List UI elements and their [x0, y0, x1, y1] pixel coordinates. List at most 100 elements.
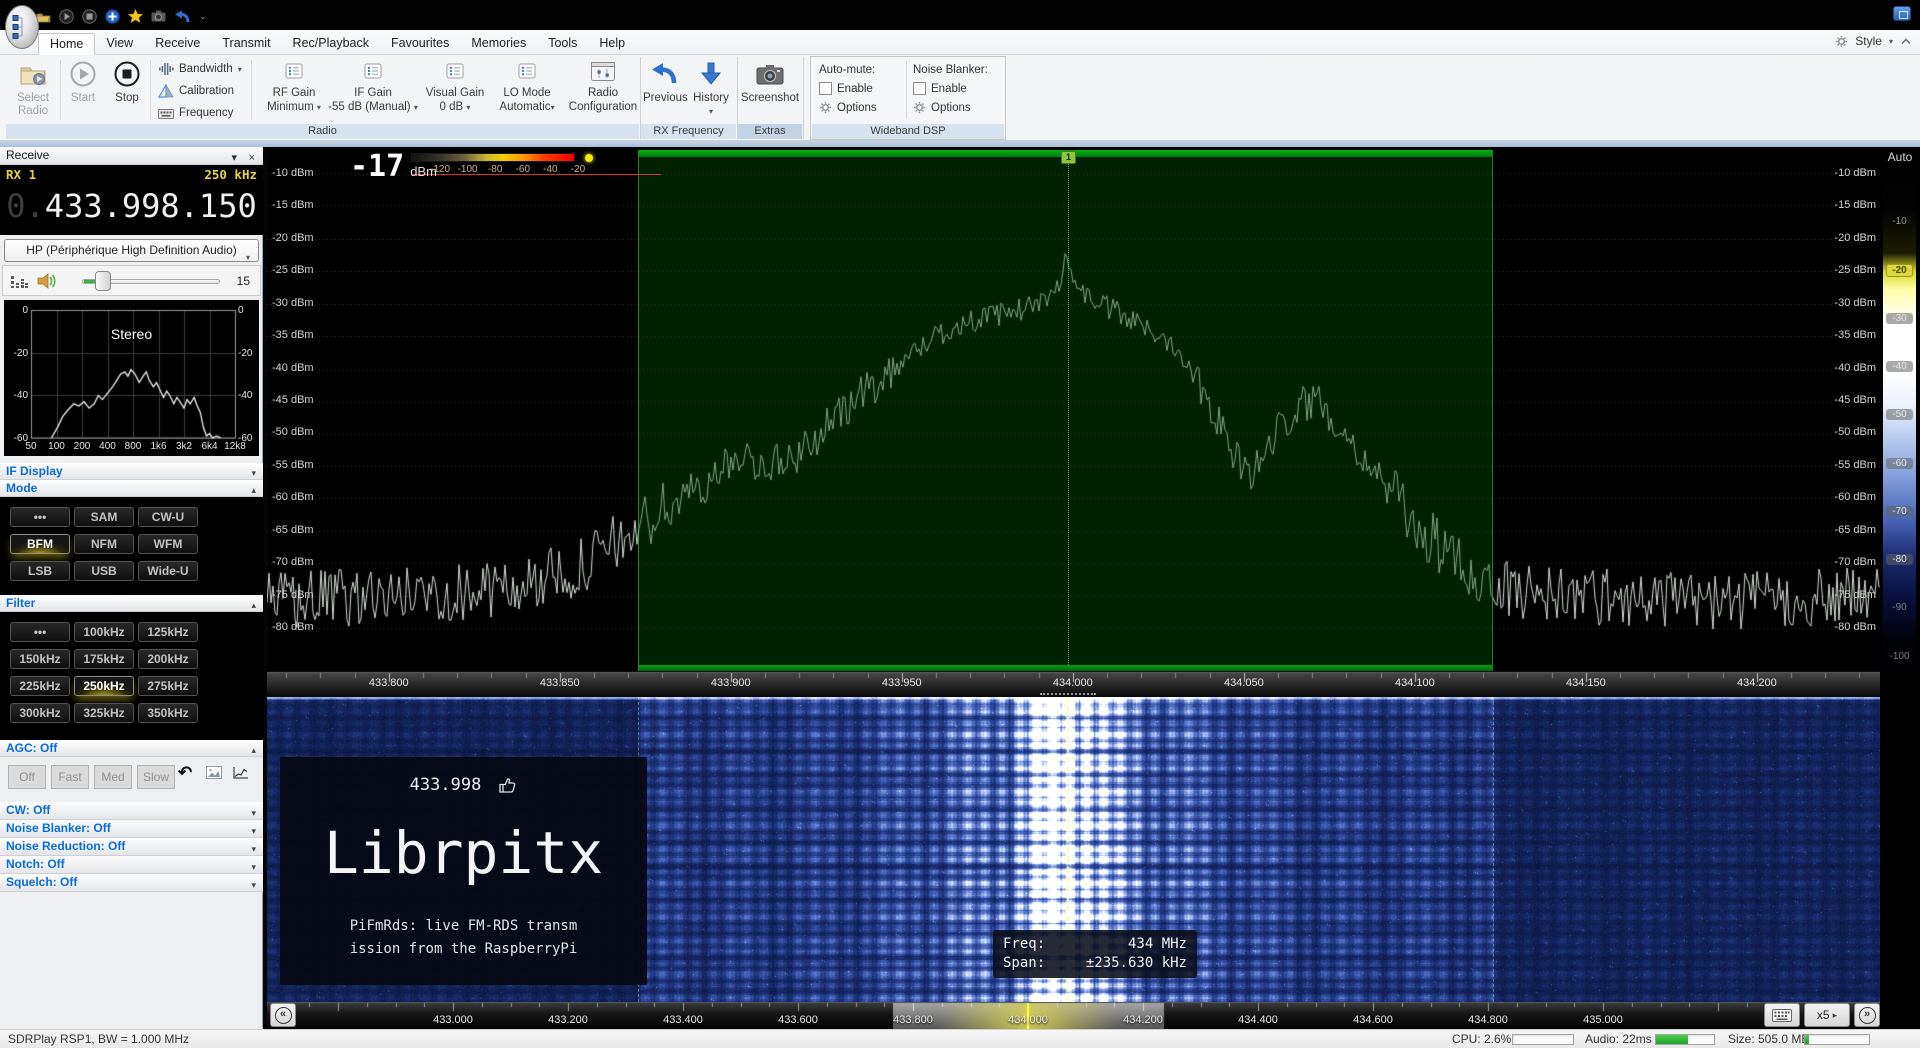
mode-button-cw-u[interactable]: CW-U [138, 507, 198, 527]
previous-frequency-button[interactable]: Previous [643, 58, 687, 105]
bandwidth-button[interactable]: Bandwidth▾ [158, 59, 242, 79]
frequency-button[interactable]: Frequency [158, 103, 233, 123]
screenshot-button[interactable]: Screenshot [740, 58, 800, 105]
palette-tick--80[interactable]: -80 [1886, 554, 1913, 565]
palette-tick--30[interactable]: -30 [1886, 313, 1913, 324]
filter-button-100khz[interactable]: 100kHz [74, 622, 134, 642]
palette-tick--10[interactable]: -10 [1883, 216, 1916, 227]
favourite-star-icon[interactable] [128, 9, 143, 23]
spectrum-display[interactable]: 1 -17 dBm -120-100-80-60-40-20 -10 dBm-1… [267, 147, 1880, 697]
if-gain-button[interactable]: IF Gain -55 dB (Manual) ▾ [326, 58, 420, 115]
waterfall-display[interactable]: 433.998 Librpitx PiFmRds: live FM-RDS tr… [267, 697, 1880, 1002]
app-menu-button[interactable] [5, 5, 39, 49]
menu-tab-memories[interactable]: Memories [460, 33, 537, 55]
section-header-mode[interactable]: Mode▴ [0, 480, 263, 497]
noise-blanker-options-button[interactable]: Options [913, 98, 1003, 117]
frequency-display[interactable]: RX 1 250 kHz 0.433.998.150 [0, 165, 263, 235]
scroll-left-button[interactable]: « [270, 1003, 296, 1027]
start-button[interactable]: Start [64, 58, 102, 105]
radio-configuration-button[interactable]: Radio Configuration [564, 58, 642, 114]
mode-button-wfm[interactable]: WFM [138, 534, 198, 554]
equalizer-icon[interactable] [11, 274, 28, 289]
stop-icon[interactable] [82, 9, 97, 24]
agc-button-med[interactable]: Med [94, 765, 132, 789]
filter-passband-region[interactable] [638, 150, 1493, 671]
section-header-if-display[interactable]: IF Display▾ [0, 463, 263, 480]
passband-bottom-bar[interactable] [639, 665, 1492, 671]
style-button[interactable]: Style [1855, 34, 1882, 48]
palette-tick--90[interactable]: -90 [1883, 602, 1916, 613]
collapse-ribbon-icon[interactable] [1900, 37, 1912, 46]
palette-tick--20[interactable]: -20 [1886, 264, 1913, 277]
checkbox-icon[interactable] [913, 82, 926, 95]
calibration-button[interactable]: Calibration [158, 81, 234, 101]
stop-button[interactable]: Stop [108, 58, 146, 105]
play-icon[interactable] [59, 9, 74, 24]
palette-tick--60[interactable]: -60 [1886, 458, 1913, 469]
filter-button-225khz[interactable]: 225kHz [10, 676, 70, 696]
agc-button-fast[interactable]: Fast [51, 765, 89, 789]
palette-tick--70[interactable]: -70 [1886, 506, 1913, 517]
filter-button-200khz[interactable]: 200kHz [138, 649, 198, 669]
zoom-level-button[interactable]: x5▸ [1804, 1003, 1850, 1027]
agc-button-slow[interactable]: Slow [137, 765, 175, 789]
filter-button-350khz[interactable]: 350kHz [138, 703, 198, 723]
checkbox-icon[interactable] [819, 82, 832, 95]
section-header-notch[interactable]: Notch: Off▾ [0, 856, 263, 874]
frequency-navigator[interactable]: 433.000433.200433.400433.600433.800434.0… [267, 1002, 1880, 1029]
tuned-frequency[interactable]: 0.433.998.150 [0, 187, 263, 225]
section-header-filter[interactable]: Filter▴ [0, 595, 263, 612]
chevron-up-icon[interactable]: ▴ [251, 598, 256, 613]
rx-marker[interactable]: 1 [1061, 151, 1076, 164]
menu-tab-view[interactable]: View [95, 33, 144, 55]
undo-icon[interactable] [174, 9, 191, 24]
menu-tab-tools[interactable]: Tools [537, 33, 588, 55]
section-header-squelch[interactable]: Squelch: Off▾ [0, 874, 263, 892]
filter-button-300khz[interactable]: 300kHz [10, 703, 70, 723]
lo-mode-button[interactable]: LO Mode Automatic▾ [492, 58, 562, 115]
audio-device-select[interactable]: HP (Périphérique High Definition Audio) … [4, 239, 259, 262]
style-caret-icon[interactable]: ▾ [1889, 37, 1893, 46]
filter-button-325khz[interactable]: 325kHz [74, 703, 134, 723]
thumbs-up-icon[interactable] [497, 775, 517, 795]
filter-button-[interactable]: ••• [10, 622, 70, 642]
agc-graph-icon[interactable] [232, 766, 249, 780]
style-gear-icon[interactable] [1835, 35, 1848, 48]
palette-tick--50[interactable]: -50 [1886, 409, 1913, 420]
mode-button-nfm[interactable]: NFM [74, 534, 134, 554]
visual-gain-button[interactable]: Visual Gain 0 dB ▾ [422, 58, 488, 115]
section-header-agc[interactable]: AGC: Off▴ [0, 740, 263, 757]
chevron-down-icon[interactable]: ▾ [251, 466, 256, 481]
agc-preset-icon[interactable] [206, 766, 222, 779]
section-header-cw[interactable]: CW: Off▾ [0, 802, 263, 820]
mode-button-usb[interactable]: USB [74, 561, 134, 581]
select-radio-button[interactable]: Select Radio [10, 58, 56, 118]
mode-button-lsb[interactable]: LSB [10, 561, 70, 581]
filter-button-175khz[interactable]: 175kHz [74, 649, 134, 669]
section-header-noise-blanker[interactable]: Noise Blanker: Off▾ [0, 820, 263, 838]
center-frequency-drag-handle[interactable] [1040, 693, 1096, 695]
palette-tick--100[interactable]: -100 [1883, 651, 1916, 662]
automute-enable-checkbox[interactable]: Enable [819, 79, 903, 98]
keyboard-entry-button[interactable] [1764, 1003, 1800, 1027]
menu-tab-home[interactable]: Home [38, 33, 95, 55]
waterfall-palette-scale[interactable]: Auto -10 -20 -30 -40 -50 -60 -70 -80 -90 -100 [1880, 147, 1920, 1029]
chevron-up-icon[interactable]: ▴ [251, 743, 256, 758]
palette-tick--40[interactable]: -40 [1886, 361, 1913, 372]
chevron-up-icon[interactable]: ▴ [251, 483, 256, 498]
menu-tab-rec-playback[interactable]: Rec/Playback [282, 33, 380, 55]
add-icon[interactable] [105, 9, 120, 24]
agc-button-off[interactable]: Off [8, 765, 46, 789]
volume-slider-thumb[interactable] [95, 271, 111, 291]
more-commands-caret[interactable]: ⌄ [199, 11, 207, 22]
filter-button-250khz[interactable]: 250kHz [74, 676, 134, 696]
menu-tab-transmit[interactable]: Transmit [211, 33, 281, 55]
filter-button-150khz[interactable]: 150kHz [10, 649, 70, 669]
palette-auto-label[interactable]: Auto [1880, 150, 1920, 164]
agc-undo-icon[interactable]: ↶ [178, 763, 192, 783]
noise-blanker-enable-checkbox[interactable]: Enable [913, 79, 1003, 98]
scroll-right-button[interactable]: » [1854, 1003, 1880, 1027]
filter-button-125khz[interactable]: 125kHz [138, 622, 198, 642]
menu-tab-receive[interactable]: Receive [144, 33, 211, 55]
receive-panel-header[interactable]: Receive ▾ × [0, 147, 263, 165]
